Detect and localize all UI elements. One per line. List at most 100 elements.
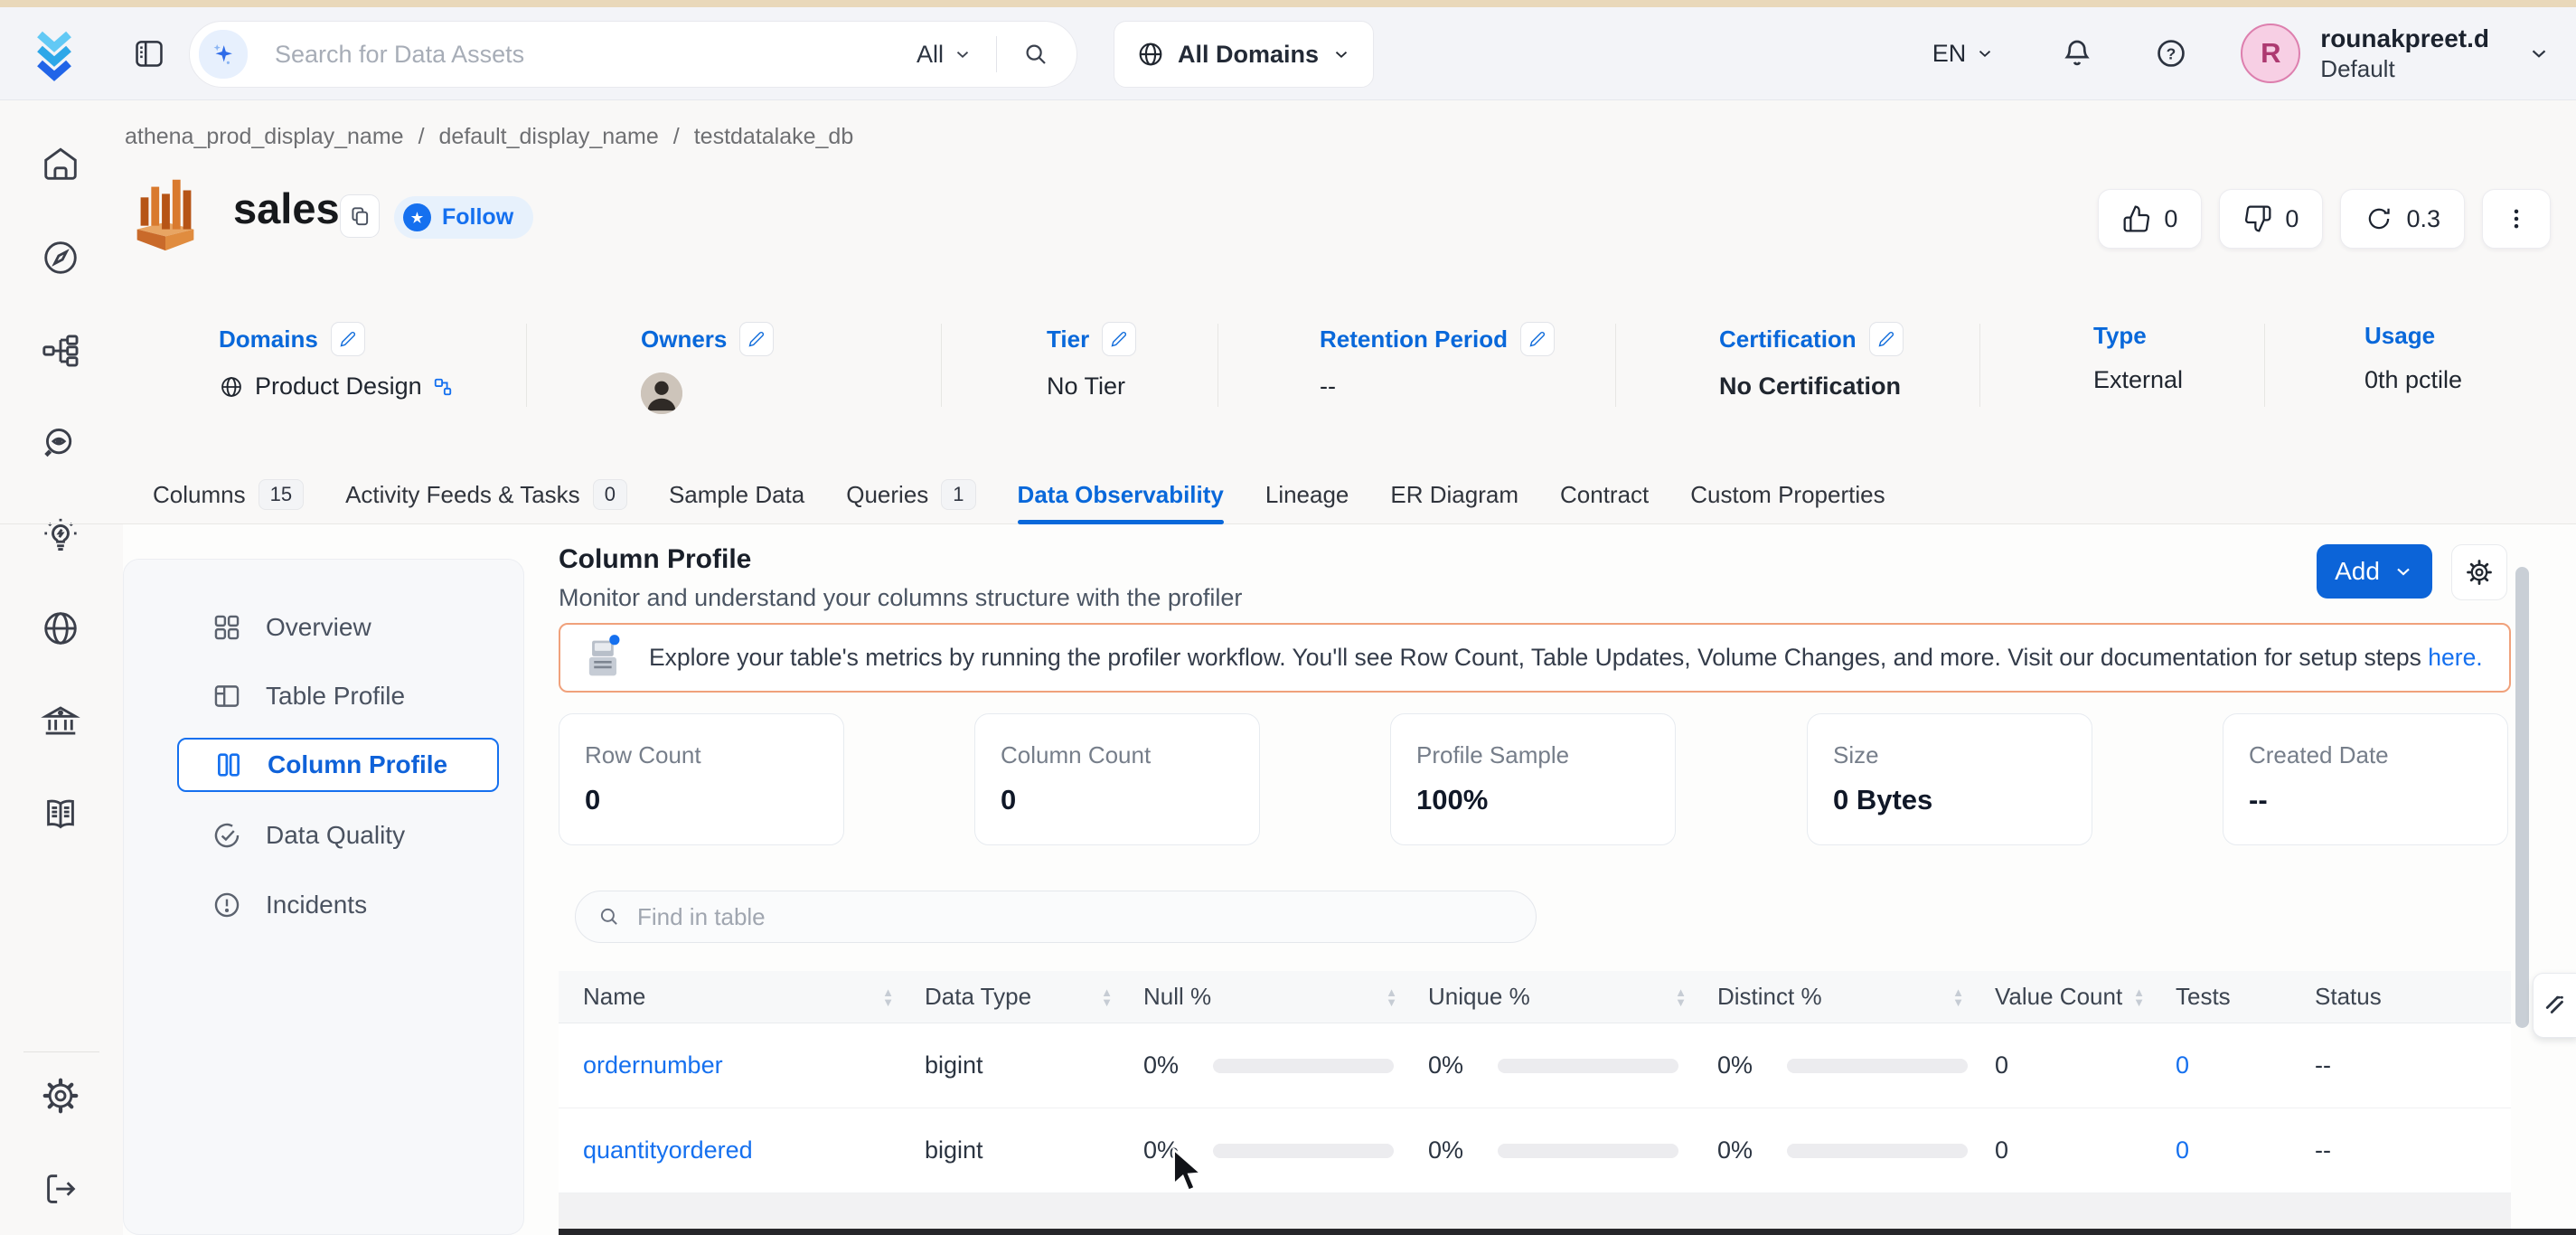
edit-owners-button[interactable]: [739, 322, 775, 356]
sort-icon[interactable]: ▲ ▼: [1386, 986, 1397, 1008]
divider: [1217, 324, 1218, 407]
entity-tab-bar: Columns 15 Activity Feeds & Tasks 0 Sample…: [0, 466, 2576, 524]
language-dropdown[interactable]: EN: [1932, 40, 1996, 68]
check-circle-icon: [214, 823, 240, 848]
card-created-date: Created Date --: [2223, 713, 2508, 845]
sort-icon[interactable]: ▲ ▼: [2133, 986, 2145, 1008]
search-scope-dropdown[interactable]: All: [917, 41, 973, 69]
upvote-button[interactable]: 0: [2098, 189, 2203, 249]
data-flow-icon[interactable]: [40, 330, 81, 372]
sidebar-toggle-icon[interactable]: [132, 34, 166, 72]
chevron-down-icon[interactable]: [2527, 42, 2551, 65]
vertical-scrollbar[interactable]: [2515, 567, 2529, 1028]
bottom-edge-bar: [559, 1229, 2576, 1235]
metadata-tier: Tier No Tier: [1047, 322, 1137, 401]
col-header-status: Status: [2315, 983, 2382, 1010]
settings-gear-icon[interactable]: [40, 1075, 81, 1117]
star-icon: ★: [403, 203, 431, 231]
notifications-bell-icon[interactable]: [2060, 36, 2094, 71]
domains-globe-icon[interactable]: [40, 608, 81, 649]
col-header-value-count[interactable]: Value Count ▲ ▼: [1995, 983, 2176, 1011]
user-avatar[interactable]: R: [2241, 24, 2301, 83]
find-in-table-input[interactable]: Find in table: [575, 891, 1537, 943]
profiler-doc-icon: [588, 634, 620, 675]
glossary-book-icon[interactable]: [40, 793, 81, 834]
tab-contract[interactable]: Contract: [1560, 466, 1649, 523]
left-nav-rail: [0, 100, 123, 1235]
tab-data-observability[interactable]: Data Observability: [1017, 466, 1225, 524]
govern-bank-icon[interactable]: [40, 701, 81, 742]
copy-name-button[interactable]: [340, 194, 380, 238]
column-name-link[interactable]: ordernumber: [583, 1051, 925, 1079]
subnav-table-profile[interactable]: Table Profile: [177, 669, 499, 723]
tab-sample-data[interactable]: Sample Data: [669, 466, 804, 523]
app-window: Search for Data Assets All All Domains E…: [0, 0, 2576, 1235]
null-progress-bar: [1213, 1143, 1395, 1158]
subnav-column-profile[interactable]: Column Profile: [177, 738, 499, 792]
edit-certification-button[interactable]: [1868, 322, 1904, 356]
col-header-distinct[interactable]: Distinct % ▲ ▼: [1717, 983, 1995, 1011]
profiler-settings-button[interactable]: [2451, 544, 2507, 600]
col-header-unique[interactable]: Unique % ▲ ▼: [1428, 983, 1717, 1011]
docs-link[interactable]: here.: [2428, 644, 2482, 671]
share-nodes-icon: [434, 378, 451, 395]
global-search-bar[interactable]: Search for Data Assets All: [189, 21, 1077, 88]
logout-icon[interactable]: [40, 1168, 81, 1210]
tests-link[interactable]: 0: [2176, 1051, 2315, 1079]
tab-activity-feeds[interactable]: Activity Feeds & Tasks 0: [345, 466, 627, 523]
user-menu[interactable]: rounakpreet.d Default: [2320, 23, 2489, 84]
card-column-count: Column Count 0: [974, 713, 1260, 845]
tab-columns[interactable]: Columns 15: [153, 466, 305, 523]
observability-lens-icon[interactable]: [40, 423, 81, 465]
tests-link[interactable]: 0: [2176, 1136, 2315, 1164]
table-bottom-band: [559, 1193, 2511, 1230]
tab-queries[interactable]: Queries 1: [846, 466, 976, 523]
edit-retention-button[interactable]: [1520, 322, 1556, 356]
page-title: sales: [233, 184, 340, 232]
col-header-null[interactable]: Null % ▲ ▼: [1143, 983, 1428, 1011]
panel-expand-handle[interactable]: [2533, 973, 2576, 1038]
edit-tier-button[interactable]: [1102, 322, 1137, 356]
subnav-overview[interactable]: Overview: [177, 600, 499, 655]
search-input[interactable]: Search for Data Assets: [275, 41, 917, 69]
edit-domains-button[interactable]: [330, 322, 365, 356]
ai-sparkle-icon[interactable]: [199, 30, 248, 79]
divider: [1615, 324, 1616, 407]
tab-er-diagram[interactable]: ER Diagram: [1390, 466, 1518, 523]
chevron-down-icon: [956, 52, 969, 58]
downvote-button[interactable]: 0: [2219, 189, 2324, 249]
sort-icon[interactable]: ▲ ▼: [1675, 986, 1687, 1008]
sort-icon[interactable]: ▲ ▼: [1101, 986, 1113, 1008]
svg-text:?: ?: [2167, 44, 2176, 62]
breadcrumb-schema[interactable]: testdatalake_db: [694, 124, 854, 150]
home-icon[interactable]: [40, 143, 81, 184]
domain-link[interactable]: Product Design: [255, 372, 422, 401]
sort-icon[interactable]: ▲ ▼: [882, 986, 894, 1008]
subnav-data-quality[interactable]: Data Quality: [177, 808, 499, 863]
more-actions-button[interactable]: [2482, 189, 2551, 249]
app-logo-icon[interactable]: [33, 24, 90, 83]
grid-icon: [214, 615, 240, 640]
breadcrumb-database[interactable]: default_display_name: [439, 124, 659, 150]
col-header-tests: Tests: [2176, 983, 2231, 1010]
thumbs-up-icon: [2123, 205, 2150, 232]
column-name-link[interactable]: quantityordered: [583, 1136, 925, 1164]
thumbs-down-icon: [2245, 205, 2271, 232]
col-header-name[interactable]: Name ▲ ▼: [583, 983, 925, 1011]
breadcrumb-service[interactable]: athena_prod_display_name: [125, 124, 404, 150]
kebab-menu-icon: [2514, 209, 2519, 229]
owner-avatar[interactable]: [641, 372, 682, 414]
follow-button[interactable]: ★ Follow: [394, 196, 534, 239]
col-header-data-type[interactable]: Data Type ▲ ▼: [925, 983, 1143, 1011]
tab-custom-properties[interactable]: Custom Properties: [1690, 466, 1885, 523]
domains-filter-dropdown[interactable]: All Domains: [1114, 21, 1375, 88]
tab-lineage[interactable]: Lineage: [1265, 466, 1349, 523]
explore-compass-icon[interactable]: [40, 237, 81, 278]
card-size: Size 0 Bytes: [1807, 713, 2092, 845]
sort-icon[interactable]: ▲ ▼: [1952, 986, 1964, 1008]
help-icon[interactable]: ?: [2154, 36, 2188, 71]
search-icon[interactable]: [1022, 41, 1049, 68]
subnav-incidents[interactable]: Incidents: [177, 878, 499, 932]
add-button[interactable]: Add: [2317, 544, 2432, 599]
version-button[interactable]: 0.3: [2340, 189, 2465, 249]
